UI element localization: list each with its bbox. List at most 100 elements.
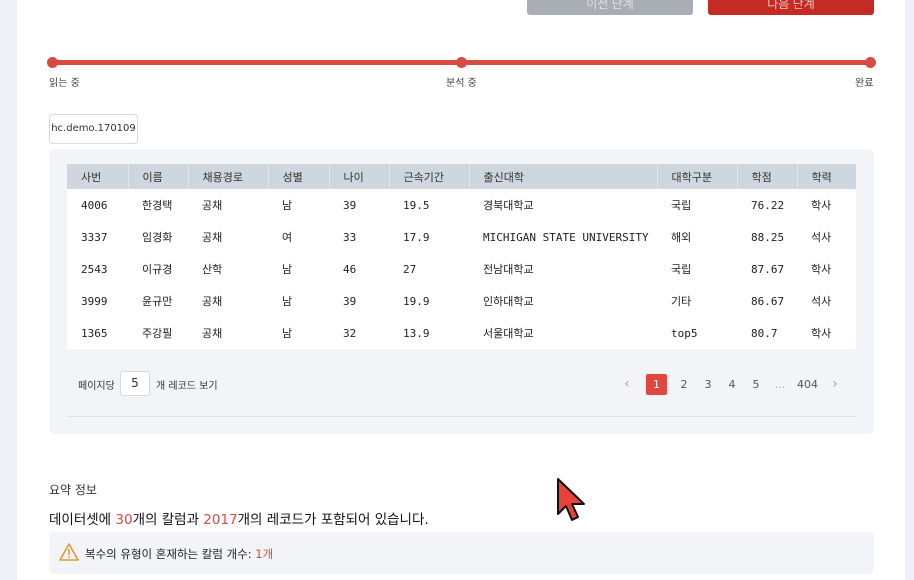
table-cell: 13.9 — [403, 326, 430, 340]
table-cell: 88.25 — [751, 230, 785, 244]
progress-step-label: 완료 — [855, 78, 874, 89]
table-cell: 산학 — [202, 263, 223, 276]
table-cell: 공채 — [202, 199, 223, 212]
progress-step-dot — [865, 57, 876, 68]
summary-title: 요약 정보 — [49, 483, 97, 497]
summary-text-prefix: 데이터셋에 — [49, 512, 116, 528]
table-cell: 이규경 — [142, 263, 173, 276]
table-row: 2543 이규경 산학 남 46 27 전남대학교 국립 87.67 학사 — [67, 253, 856, 285]
table-cell: 서울대학교 — [483, 327, 534, 340]
page-button-5[interactable]: 5 — [749, 378, 763, 391]
table-cell: 기타 — [671, 295, 692, 308]
table-cell: 공채 — [202, 231, 223, 244]
table-card: 사번 이름 채용경로 성별 나이 근속기간 출신대학 대학구분 학점 학력 40… — [49, 149, 874, 434]
table-cell: 86.67 — [751, 294, 785, 308]
column-header[interactable]: 성별 — [268, 164, 330, 189]
table-cell: 19.5 — [403, 198, 430, 212]
column-header[interactable]: 채용경로 — [188, 164, 269, 189]
column-header[interactable]: 출신대학 — [469, 164, 658, 189]
page-button-3[interactable]: 3 — [701, 378, 715, 391]
table-cell: 학사 — [811, 199, 832, 212]
table-cell: 3999 — [81, 294, 108, 308]
page-ellipsis: ... — [774, 377, 786, 391]
table-cell: 한경택 — [142, 199, 173, 212]
per-page-suffix: 개 레코드 보기 — [156, 381, 218, 392]
table-header-row: 사번 이름 채용경로 성별 나이 근속기간 출신대학 대학구분 학점 학력 — [67, 164, 856, 189]
warning-label: 복수의 유형이 혼재하는 칼럼 개수: — [85, 547, 256, 561]
column-header[interactable]: 학점 — [737, 164, 798, 189]
table-cell: 39 — [343, 198, 357, 212]
table-cell: 남 — [282, 199, 293, 212]
warning-value: 1개 — [255, 547, 274, 561]
table-row: 3337 임경화 공채 여 33 17.9 MICHIGAN STATE UNI… — [67, 221, 856, 253]
table-cell: 인하대학교 — [483, 295, 534, 308]
table-cell: 39 — [343, 294, 357, 308]
table-cell: 80.7 — [751, 326, 778, 340]
column-header[interactable]: 근속기간 — [389, 164, 470, 189]
column-header[interactable]: 학력 — [797, 164, 856, 189]
table-cell: 남 — [282, 327, 293, 340]
warning-text: 복수의 유형이 혼재하는 칼럼 개수: 1개 — [85, 546, 273, 562]
table-cell: 76.22 — [751, 198, 785, 212]
columns-count: 30 — [115, 512, 133, 528]
column-header[interactable]: 이름 — [128, 164, 189, 189]
table-cell: 2543 — [81, 262, 108, 276]
summary-text-mid: 개의 칼럼과 — [132, 512, 204, 528]
table-cell: top5 — [671, 326, 698, 340]
table-cell: 3337 — [81, 230, 108, 244]
table-cell: 4006 — [81, 198, 108, 212]
pagination-bar: 페이지당 5 개 레코드 보기 ‹ 1 2 3 4 5 ... 404 › — [67, 369, 856, 397]
table-row: 3999 윤규만 공채 남 39 19.9 인하대학교 기타 86.67 석사 — [67, 285, 856, 317]
progress-step-label: 읽는 중 — [49, 78, 80, 89]
table-cell: 임경화 — [142, 231, 173, 244]
page-list: ‹ 1 2 3 4 5 ... 404 › — [610, 373, 842, 395]
summary-text: 데이터셋에 30개의 칼럼과 2017개의 레코드가 포함되어 있습니다. — [49, 508, 429, 528]
table-cell: 전남대학교 — [483, 263, 534, 276]
table-cell: 87.67 — [751, 262, 785, 276]
back-button[interactable]: 이전 단계 — [527, 0, 693, 15]
table-cell: 17.9 — [403, 230, 430, 244]
records-count: 2017 — [203, 512, 238, 528]
table-cell: 여 — [282, 231, 293, 244]
column-header[interactable]: 사번 — [67, 164, 129, 189]
page-button-last[interactable]: 404 — [797, 378, 818, 391]
mouse-cursor-icon — [557, 478, 585, 521]
table-cell: 공채 — [202, 295, 223, 308]
table-cell: 국립 — [671, 263, 692, 276]
progress-step-dot — [47, 57, 58, 68]
table-row: 4006 한경택 공채 남 39 19.5 경북대학교 국립 76.22 학사 — [67, 189, 856, 221]
table-cell: 46 — [343, 262, 357, 276]
table-cell: 공채 — [202, 327, 223, 340]
warning-triangle-icon — [59, 543, 79, 561]
progress-step-label: 분석 중 — [446, 78, 477, 89]
table-cell: 학사 — [811, 263, 832, 276]
column-header[interactable]: 나이 — [329, 164, 390, 189]
table-cell: 윤규만 — [142, 295, 173, 308]
page-button-2[interactable]: 2 — [677, 378, 691, 391]
table-cell: 국립 — [671, 199, 692, 212]
table-cell: 석사 — [811, 231, 832, 244]
table-row: 1365 주강필 공채 남 32 13.9 서울대학교 top5 80.7 학사 — [67, 317, 856, 349]
table-cell: 27 — [403, 262, 417, 276]
table-cell: 경북대학교 — [483, 199, 534, 212]
table-cell: 해외 — [671, 231, 692, 244]
progress-step-dot — [456, 57, 467, 68]
table-cell: 남 — [282, 295, 293, 308]
table-cell: 석사 — [811, 295, 832, 308]
next-page-icon[interactable]: › — [828, 376, 842, 392]
dataset-tag[interactable]: hc.demo.170109 — [49, 114, 138, 144]
page-button-1[interactable]: 1 — [646, 373, 667, 395]
prev-page-icon[interactable]: ‹ — [620, 376, 634, 392]
warning-box: 복수의 유형이 혼재하는 칼럼 개수: 1개 — [49, 532, 874, 574]
next-button[interactable]: 다음 단계 — [708, 0, 874, 15]
column-header[interactable]: 대학구분 — [657, 164, 738, 189]
per-page-input[interactable]: 5 — [120, 371, 150, 396]
table-cell: 남 — [282, 263, 293, 276]
table-cell: 33 — [343, 230, 357, 244]
divider — [67, 416, 856, 417]
table-cell: 19.9 — [403, 294, 430, 308]
table-cell: 학사 — [811, 327, 832, 340]
table-cell: 32 — [343, 326, 357, 340]
page-button-4[interactable]: 4 — [725, 378, 739, 391]
table-cell: 주강필 — [142, 327, 173, 340]
